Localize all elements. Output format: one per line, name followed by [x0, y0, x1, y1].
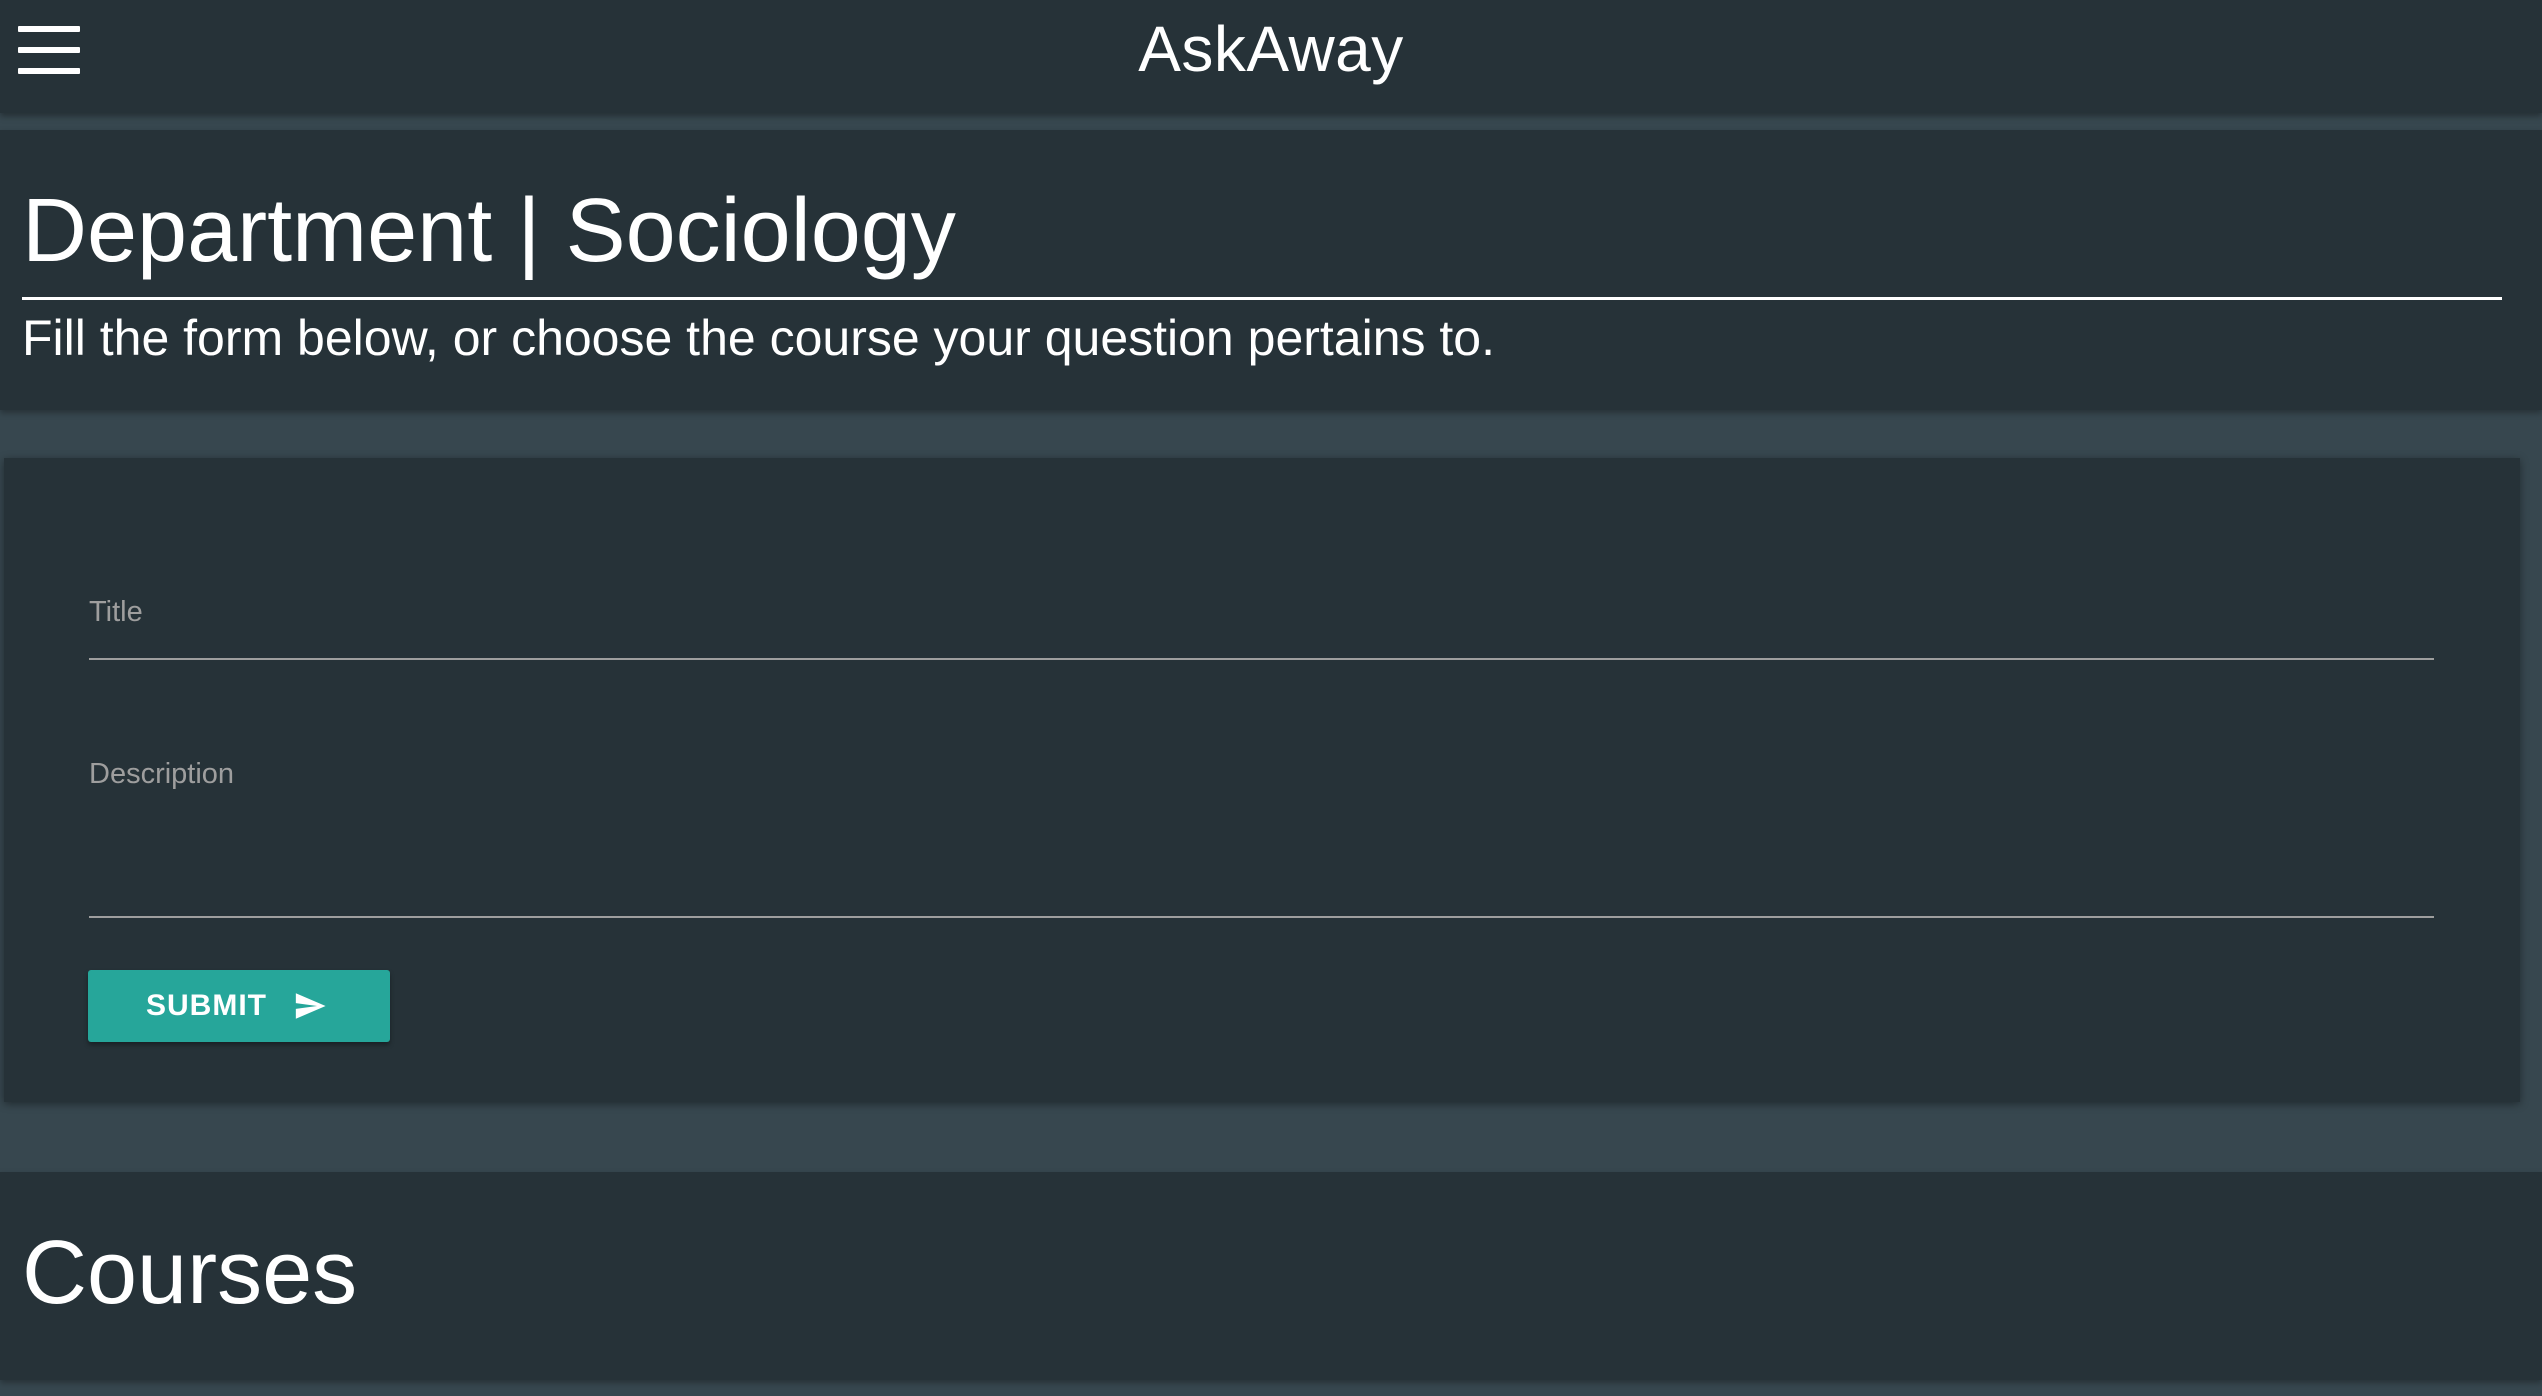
hamburger-menu-icon[interactable]	[18, 26, 80, 74]
brand-logo[interactable]: AskAway	[1138, 13, 1404, 85]
page-title: Department | Sociology	[22, 181, 956, 281]
courses-section-card	[0, 1172, 2542, 1380]
brand-logo-container: AskAway	[0, 0, 2542, 100]
courses-heading: Courses	[22, 1223, 358, 1323]
description-textarea[interactable]	[89, 800, 2434, 918]
page-subtitle: Fill the form below, or choose the cours…	[22, 310, 1495, 366]
send-icon	[295, 993, 326, 1019]
title-input[interactable]	[89, 620, 2434, 660]
description-field-label: Description	[89, 758, 235, 790]
top-navbar: AskAway	[0, 0, 2542, 113]
submit-button[interactable]: SUBMIT	[88, 970, 390, 1042]
submit-button-label: SUBMIT	[146, 989, 267, 1022]
title-divider	[22, 297, 2502, 300]
